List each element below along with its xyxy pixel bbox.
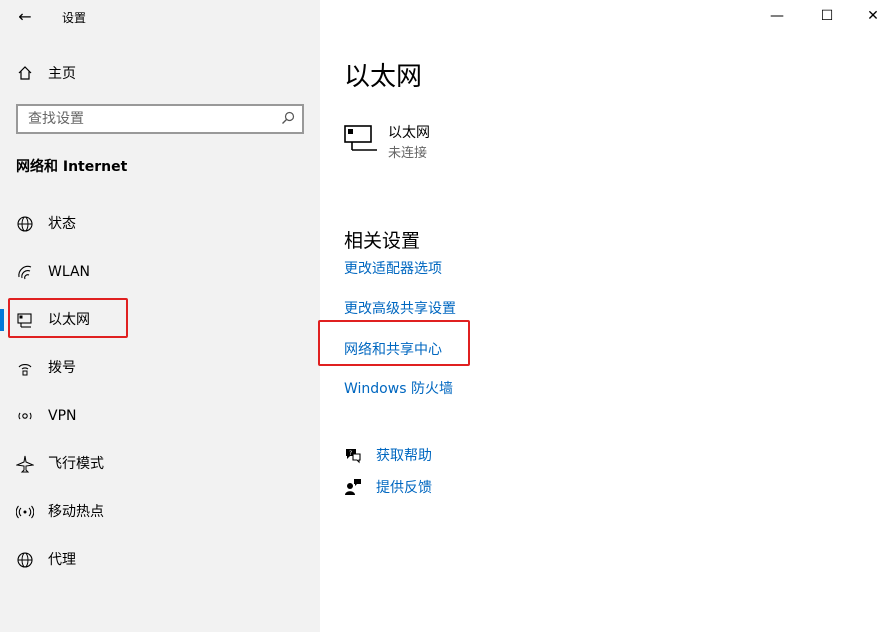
sidebar-item-label: 代理 — [48, 552, 76, 568]
help-chat-icon: ? — [346, 449, 361, 464]
sidebar-item-status[interactable]: 状态 — [0, 204, 320, 244]
highlight-box-sharing-center — [318, 320, 470, 366]
feedback-label: 提供反馈 — [376, 480, 432, 496]
airplane-icon — [16, 455, 34, 473]
page-title: 以太网 — [344, 62, 423, 92]
sidebar-item-hotspot[interactable]: 移动热点 — [0, 492, 320, 532]
sidebar-item-label: 拨号 — [48, 360, 76, 376]
link-windows-firewall[interactable]: Windows 防火墙 — [344, 378, 453, 398]
sidebar-item-wlan[interactable]: WLAN — [0, 252, 320, 292]
vpn-icon — [18, 412, 32, 420]
help-label: 获取帮助 — [376, 448, 432, 464]
feedback-icon — [345, 479, 361, 495]
sidebar-item-label: WLAN — [48, 264, 91, 280]
highlight-box-ethernet — [8, 298, 128, 338]
sidebar: ← 设置 主页 网络和 Internet 状态 WLAN — [0, 0, 320, 632]
app-title: 设置 — [62, 11, 87, 25]
ethernet-name: 以太网 — [388, 125, 430, 141]
sidebar-item-label: 飞行模式 — [48, 456, 104, 472]
search-box[interactable] — [16, 104, 304, 134]
ethernet-connection-status: 未连接 — [388, 146, 428, 161]
sidebar-item-label: 状态 — [48, 216, 76, 232]
status-globe-icon — [17, 216, 33, 232]
home-nav-item[interactable]: 主页 — [16, 62, 76, 84]
sidebar-item-label: VPN — [48, 408, 77, 424]
home-icon — [18, 66, 32, 80]
link-advanced-sharing-settings[interactable]: 更改高级共享设置 — [344, 298, 456, 318]
related-settings-title: 相关设置 — [344, 230, 421, 252]
ethernet-status[interactable]: 以太网 未连接 — [344, 120, 624, 161]
active-indicator — [0, 309, 4, 331]
proxy-globe-icon — [17, 552, 33, 568]
search-icon[interactable] — [280, 110, 296, 126]
sidebar-item-proxy[interactable]: 代理 — [0, 540, 320, 580]
close-button[interactable]: ✕ — [850, 0, 896, 32]
svg-text:?: ? — [349, 450, 352, 457]
sidebar-item-vpn[interactable]: VPN — [0, 396, 320, 436]
maximize-button[interactable]: ☐ — [804, 0, 850, 32]
ethernet-adapter-icon — [344, 125, 377, 151]
back-arrow-icon[interactable]: ← — [14, 6, 36, 28]
section-title: 网络和 Internet — [16, 159, 128, 175]
home-label: 主页 — [48, 66, 76, 82]
wifi-icon — [18, 265, 32, 280]
minimize-button[interactable]: — — [754, 0, 800, 32]
dialup-icon — [18, 364, 32, 376]
link-change-adapter-options[interactable]: 更改适配器选项 — [344, 258, 442, 278]
sidebar-item-dialup[interactable]: 拨号 — [0, 348, 320, 388]
main-content: — ☐ ✕ 以太网 以太网 未连接 相关设置 更改适配器选项 更改高级共享设置 … — [318, 0, 896, 632]
hotspot-icon — [16, 505, 34, 519]
search-input[interactable] — [28, 111, 278, 127]
give-feedback-link[interactable]: 提供反馈 — [344, 477, 432, 497]
get-help-link[interactable]: ? 获取帮助 — [344, 445, 432, 465]
sidebar-item-label: 移动热点 — [48, 504, 104, 520]
sidebar-item-airplane[interactable]: 飞行模式 — [0, 444, 320, 484]
